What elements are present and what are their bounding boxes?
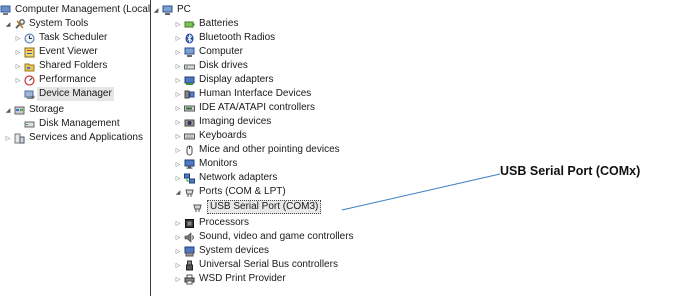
callout-line bbox=[341, 173, 501, 211]
annotation-label: USB Serial Port (COMx) bbox=[500, 164, 641, 178]
